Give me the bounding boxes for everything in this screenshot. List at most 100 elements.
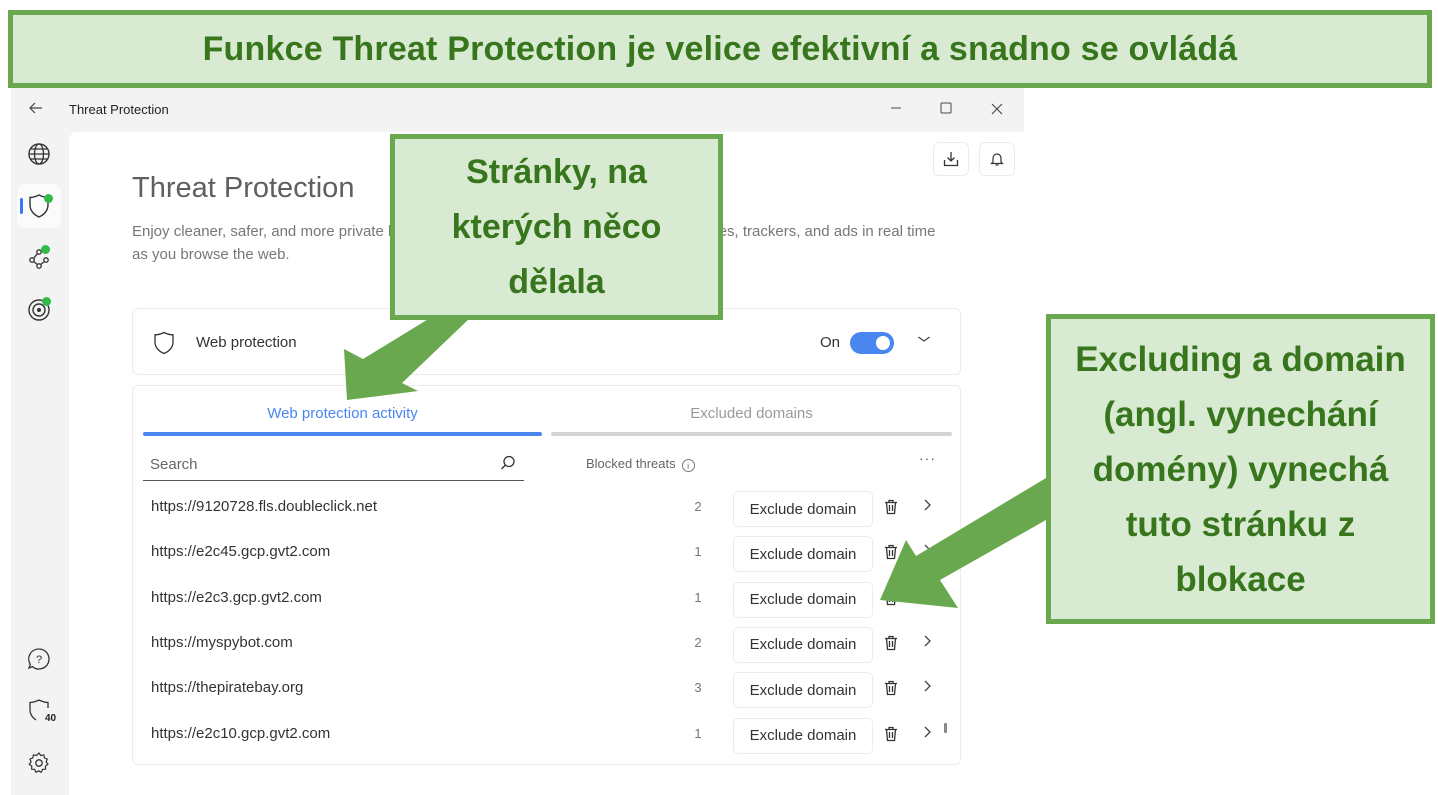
blocked-count: 3	[694, 680, 702, 696]
exclude-domain-button[interactable]: Exclude domain	[733, 717, 873, 754]
exclude-domain-button[interactable]: Exclude domain	[733, 626, 873, 663]
active-indicator	[20, 198, 23, 214]
tab-underline	[551, 432, 952, 436]
chevron-right-icon	[924, 544, 931, 556]
scrollbar[interactable]	[944, 723, 947, 733]
sidebar-item-threat-protection[interactable]	[17, 184, 61, 228]
sidebar-item-settings[interactable]	[17, 741, 61, 785]
sidebar-item-protection-score[interactable]: 40	[17, 689, 61, 733]
web-protection-toggle[interactable]	[850, 332, 894, 354]
trash-icon	[885, 499, 897, 515]
search-button[interactable]	[500, 455, 516, 476]
row-details-button[interactable]	[923, 496, 931, 516]
domain-url: https://thepiratebay.org	[151, 679, 304, 697]
status-dot	[41, 245, 50, 254]
annotation-callout-sites: Stránky, na kterých něco dělala	[390, 134, 723, 320]
blocked-count: 1	[694, 544, 702, 560]
domain-url: https://9120728.fls.doubleclick.net	[151, 498, 377, 515]
chevron-right-icon	[924, 726, 931, 737]
table-row[interactable]: https://thepiratebay.org 3 Exclude domain	[133, 668, 962, 713]
table-row[interactable]: https://9120728.fls.doubleclick.net 2 Excl…	[133, 487, 962, 532]
delete-button[interactable]	[884, 499, 898, 520]
blocked-threats-header: Blocked threats i	[586, 456, 695, 472]
minimize-icon	[891, 107, 901, 109]
tab-label: Excluded domains	[690, 405, 813, 422]
domain-url: https://myspybot.com	[151, 633, 293, 651]
download-icon	[943, 152, 959, 167]
status-dot	[42, 297, 51, 306]
exclude-domain-button[interactable]: Exclude domain	[733, 672, 873, 709]
trash-icon	[885, 635, 897, 651]
help-icon: ?	[27, 648, 50, 670]
chevron-right-icon	[924, 499, 931, 511]
search-icon	[501, 455, 515, 470]
trash-icon	[885, 681, 897, 696]
arrow-left-icon	[29, 102, 42, 114]
delete-button[interactable]	[884, 726, 898, 747]
table-row[interactable]: https://myspybot.com 2 Exclude domain	[133, 623, 962, 668]
exclude-domain-button[interactable]: Exclude domain	[733, 536, 873, 573]
row-details-button[interactable]	[923, 632, 931, 652]
search-input[interactable]	[143, 449, 483, 479]
tab-underline-active	[143, 432, 542, 436]
table-row[interactable]: https://e2c10.gcp.gvt2.com 1 Exclude domai…	[133, 714, 962, 759]
sidebar-item-dark-web-monitor[interactable]	[17, 288, 61, 332]
column-header-label: Blocked threats	[586, 456, 676, 471]
delete-button[interactable]	[884, 635, 898, 656]
settings-icon	[28, 752, 49, 773]
domain-url: https://e2c45.gcp.gvt2.com	[151, 543, 331, 561]
sidebar-item-help[interactable]: ?	[17, 637, 61, 681]
download-button[interactable]	[933, 142, 969, 176]
close-icon	[991, 103, 1003, 115]
bell-icon	[990, 153, 1004, 166]
shield-count-badge: 40	[45, 713, 57, 724]
back-button[interactable]	[29, 100, 49, 120]
minimize-button[interactable]	[883, 98, 909, 122]
search-field	[143, 449, 524, 481]
delete-button[interactable]	[884, 590, 898, 611]
blocked-count: 2	[694, 499, 702, 514]
maximize-icon	[940, 102, 952, 114]
close-button[interactable]	[984, 98, 1010, 122]
delete-button[interactable]	[884, 544, 898, 565]
chevron-down-icon	[917, 336, 931, 342]
exclude-domain-button[interactable]: Exclude domain	[733, 491, 873, 527]
info-icon[interactable]: i	[681, 459, 695, 472]
status-dot	[44, 194, 53, 203]
table-row[interactable]: https://e2c3.gcp.gvt2.com 1 Exclude domain	[133, 578, 962, 623]
sidebar-item-vpn[interactable]	[17, 132, 61, 176]
callout-text: Excluding a domain (angl. vynechání domé…	[1075, 339, 1406, 599]
blocked-count: 1	[694, 589, 702, 605]
tab-web-protection-activity[interactable]: Web protection activity	[143, 386, 542, 436]
row-details-button[interactable]	[923, 723, 931, 743]
svg-text:?: ?	[36, 654, 42, 666]
domain-url: https://e2c10.gcp.gvt2.com	[151, 724, 331, 742]
tab-excluded-domains[interactable]: Excluded domains	[551, 386, 952, 436]
toggle-state-label: On	[820, 334, 841, 351]
chevron-right-icon	[924, 680, 931, 692]
banner-text: Funkce Threat Protection je velice efekt…	[202, 29, 1238, 68]
callout-text: Stránky, na kterých něco dělala	[451, 152, 662, 301]
table-row[interactable]: https://e2c45.gcp.gvt2.com 1 Exclude domai…	[133, 532, 962, 577]
more-options-button[interactable]: ···	[919, 450, 936, 466]
trash-icon	[885, 590, 897, 605]
chevron-right-icon	[924, 635, 931, 647]
blocked-count: 1	[694, 725, 702, 741]
exclude-domain-button[interactable]: Exclude domain	[733, 581, 873, 618]
delete-button[interactable]	[884, 680, 898, 701]
domain-url: https://e2c3.gcp.gvt2.com	[151, 588, 322, 606]
title-bar: Threat Protection	[11, 88, 1024, 132]
annotation-banner: Funkce Threat Protection je velice efekt…	[8, 10, 1432, 88]
notifications-button[interactable]	[979, 142, 1015, 176]
web-protection-label: Web protection	[196, 334, 297, 351]
tab-label: Web protection activity	[267, 405, 418, 422]
row-details-button[interactable]	[923, 541, 931, 561]
chevron-right-icon	[924, 590, 931, 602]
row-details-button[interactable]	[923, 587, 931, 607]
blocked-count: 2	[694, 634, 702, 650]
window-title: Threat Protection	[69, 102, 169, 117]
maximize-button[interactable]	[933, 98, 959, 122]
sidebar-item-meshnet[interactable]	[17, 236, 61, 280]
row-details-button[interactable]	[923, 677, 931, 697]
expand-button[interactable]	[917, 330, 931, 348]
